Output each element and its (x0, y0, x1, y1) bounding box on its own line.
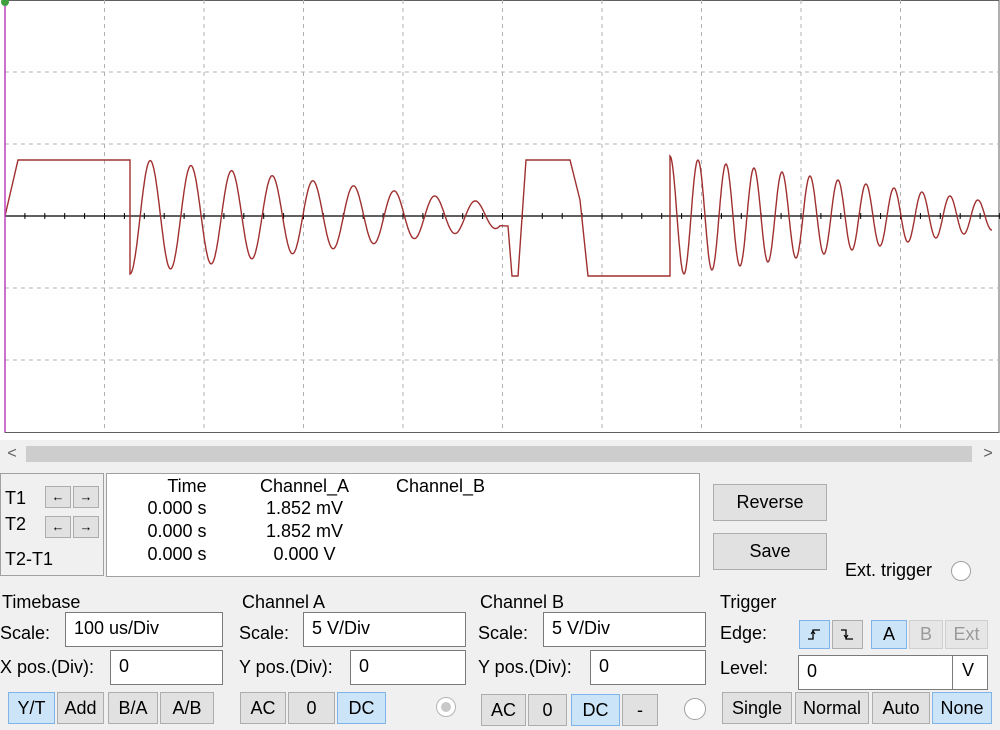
trigger-source-b-button[interactable]: B (909, 620, 943, 649)
trigger-level-divider (952, 656, 953, 689)
trigger-edge-label: Edge: (720, 623, 768, 643)
mode-add-button[interactable]: Add (57, 692, 104, 724)
channel-a-ac-button[interactable]: AC (240, 692, 286, 724)
channel-a-ypos-field[interactable]: 0 (350, 650, 466, 685)
channel-a-radio[interactable] (436, 697, 456, 717)
channel-b-scale-label: Scale: (478, 623, 529, 643)
timebase-scale-label: Scale: (0, 623, 51, 643)
timebase-xpos-label: X pos.(Div): (0, 657, 95, 677)
timebase-title: Timebase (2, 592, 81, 612)
mode-ba-button[interactable]: B/A (108, 692, 158, 724)
scope-grid (4, 0, 1000, 433)
diff-time: 0.000 s (147, 544, 207, 564)
t2-t1-label: T2-T1 (5, 549, 54, 569)
t2-left-button[interactable]: ← (45, 516, 71, 538)
channel-a-dc-button[interactable]: DC (337, 692, 386, 724)
timebase-xpos-field[interactable]: 0 (110, 650, 223, 685)
trigger-single-button[interactable]: Single (722, 692, 792, 724)
trigger-title: Trigger (720, 592, 777, 612)
channel-a-title: Channel A (242, 592, 326, 612)
channel-a-radio-dot (441, 702, 451, 712)
rising-edge-button[interactable] (799, 620, 830, 649)
trigger-level-field[interactable]: 0 (798, 655, 988, 690)
rising-edge-icon (808, 629, 820, 640)
trigger-level-value: 0 (807, 661, 818, 681)
scrollbar-thumb[interactable] (26, 446, 972, 462)
header-channel-a: Channel_A (259, 476, 350, 496)
falling-edge-button[interactable] (832, 620, 863, 649)
channel-a-zero-button[interactable]: 0 (288, 692, 335, 724)
t1-label: T1 (5, 488, 27, 508)
t2-time: 0.000 s (147, 521, 207, 541)
t2-label: T2 (5, 514, 27, 534)
trigger-normal-button[interactable]: Normal (795, 692, 869, 724)
t1-right-button[interactable]: → (73, 486, 99, 508)
trigger-source-a-button[interactable]: A (871, 620, 907, 649)
t1-left-button[interactable]: ← (45, 486, 71, 508)
falling-edge-icon (841, 629, 853, 640)
channel-b-zero-button[interactable]: 0 (528, 694, 567, 726)
channel-b-dc-button[interactable]: DC (571, 694, 620, 726)
t1-channel-a: 1.852 mV (265, 498, 344, 518)
t2-channel-a: 1.852 mV (265, 521, 344, 541)
trigger-none-button[interactable]: None (932, 692, 992, 724)
channel-a-scale-field[interactable]: 5 V/Div (303, 612, 466, 647)
channel-a-ypos-label: Y pos.(Div): (239, 657, 333, 677)
save-button[interactable]: Save (713, 533, 827, 570)
trigger-source-ext-button[interactable]: Ext (945, 620, 988, 649)
channel-a-scale-label: Scale: (239, 623, 290, 643)
scroll-right-icon[interactable]: > (978, 443, 998, 465)
mode-yt-button[interactable]: Y/T (8, 692, 55, 724)
channel-b-title: Channel B (480, 592, 565, 612)
channel-b-radio[interactable] (684, 698, 706, 720)
channel-b-ac-button[interactable]: AC (481, 694, 526, 726)
ext-trigger-radio[interactable] (951, 561, 971, 581)
diff-channel-a: 0.000 V (273, 544, 336, 564)
channel-b-ypos-label: Y pos.(Div): (478, 657, 572, 677)
trigger-auto-button[interactable]: Auto (872, 692, 930, 724)
ext-trigger-label: Ext. trigger (845, 560, 933, 580)
trigger-level-label: Level: (720, 658, 769, 678)
channel-b-invert-button[interactable]: - (622, 694, 658, 726)
scroll-left-icon[interactable]: < (2, 443, 22, 465)
timebase-scale-field[interactable]: 100 us/Div (65, 612, 223, 647)
mode-ab-button[interactable]: A/B (160, 692, 214, 724)
t1-cursor-marker (1, 0, 9, 6)
header-channel-b: Channel_B (395, 476, 486, 496)
t1-time: 0.000 s (147, 498, 207, 518)
trigger-level-unit: V (962, 660, 975, 680)
header-time: Time (167, 476, 207, 496)
t2-right-button[interactable]: → (73, 516, 99, 538)
oscilloscope-display (0, 0, 1000, 440)
cursor-panel: T1 ← → T2 ← → T2-T1 (0, 473, 104, 576)
measurement-readout: Time Channel_A Channel_B 0.000 s 1.852 m… (106, 473, 700, 577)
channel-b-ypos-field[interactable]: 0 (590, 650, 706, 685)
reverse-button[interactable]: Reverse (713, 484, 827, 521)
channel-b-scale-field[interactable]: 5 V/Div (543, 612, 706, 647)
